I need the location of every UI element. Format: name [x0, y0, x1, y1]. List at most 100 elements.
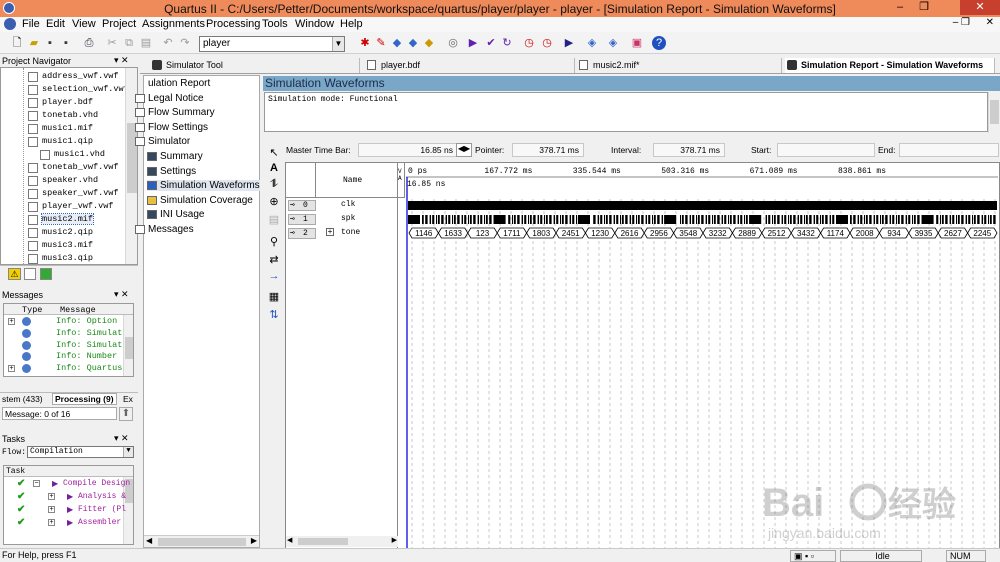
menu-tools[interactable]: Tools [262, 18, 288, 30]
scrollbar-thumb[interactable] [298, 538, 348, 545]
messages-scrollbar[interactable] [123, 315, 133, 376]
waveform-editing-icon[interactable]: ⥮ [267, 178, 281, 192]
task-row[interactable]: Fitter (Pl [78, 505, 126, 514]
top-entity-combo[interactable]: player ▼ [199, 36, 345, 52]
start-value[interactable] [777, 143, 875, 157]
menu-assignments[interactable]: Assignments [142, 18, 205, 30]
replace-icon[interactable]: ⇄ [267, 253, 281, 267]
tab-processing[interactable]: Processing (9) [52, 393, 117, 405]
message-row[interactable]: Info: Number [56, 351, 117, 361]
chevron-down-icon[interactable]: ▼ [332, 37, 344, 51]
navigator-file-item[interactable]: player.bdf [42, 97, 93, 107]
expand-icon[interactable]: + [48, 506, 55, 513]
navigator-file-item[interactable]: address_vwf.vwf [42, 71, 119, 81]
expand-icon[interactable]: + [48, 519, 55, 526]
master-time-bar-value[interactable]: 16.85 ns [358, 143, 458, 157]
close-icon[interactable]: ✕ [960, 0, 1000, 15]
scrollbar-thumb[interactable] [990, 100, 999, 124]
start-compilation-icon[interactable]: ▶ [466, 36, 480, 50]
column-type[interactable]: Type [22, 305, 42, 315]
task-row[interactable]: Analysis & [78, 492, 126, 501]
tree-item-simulation-waveforms[interactable]: Simulation Waveforms [147, 180, 260, 192]
value-column-header[interactable]: V A [398, 168, 402, 182]
tree-item-simulation-coverage[interactable]: Simulation Coverage [147, 195, 253, 206]
message-row[interactable]: Info: Option [56, 316, 117, 326]
menu-file[interactable]: File [22, 18, 40, 30]
design-units-tab-icon[interactable] [40, 268, 52, 280]
expand-icon[interactable]: − [33, 480, 40, 487]
app-menu-icon[interactable] [4, 18, 16, 30]
navigator-file-item[interactable]: music1.vhd [54, 149, 105, 159]
pin-planner-icon[interactable]: ✱ [358, 36, 372, 50]
scroll-left-icon[interactable]: ◀ [287, 536, 292, 544]
tree-item-summary[interactable]: Summary [147, 151, 203, 162]
task-row[interactable]: Compile Design [63, 479, 130, 488]
overwrite-clock-icon[interactable]: ▦ [267, 290, 281, 304]
start-simulation-icon[interactable]: ▶ [562, 36, 576, 50]
expand-icon[interactable]: + [8, 318, 15, 325]
tab-simulation-report[interactable]: Simulation Report - Simulation Waveforms [785, 58, 995, 73]
tab-simulator-tool[interactable]: Simulator Tool [150, 58, 360, 73]
tree-item-ini-usage[interactable]: INI Usage [147, 209, 204, 220]
messages-close-icon[interactable]: ▾ ✕ [114, 289, 129, 300]
names-hscrollbar[interactable]: ◀ ▶ [286, 536, 398, 547]
navigator-file-item[interactable]: music1.mif [42, 123, 93, 133]
selection-tool-icon[interactable]: ↖ [267, 146, 281, 160]
name-column-header[interactable]: Name [343, 176, 362, 185]
navigator-file-item[interactable]: speaker.vhd [42, 175, 98, 185]
assign-value-icon[interactable]: → [267, 270, 281, 284]
clk-waveform[interactable] [408, 201, 997, 210]
zoom-tool-icon[interactable]: ⊕ [267, 195, 281, 209]
minimize-icon[interactable]: – [888, 0, 912, 15]
task-row[interactable]: Assembler [78, 518, 121, 527]
menu-processing[interactable]: Processing [206, 18, 260, 30]
flow-select[interactable]: Compilation ▼ [27, 446, 134, 458]
full-screen-icon[interactable]: ▤ [267, 213, 281, 227]
save-icon[interactable]: ▪ [43, 36, 57, 50]
mdi-restore-icon[interactable]: – ❐ [953, 17, 970, 28]
settings-icon[interactable]: ◆ [390, 36, 404, 50]
sort-icon[interactable]: ⇅ [267, 308, 281, 322]
tab-system[interactable]: stem (433) [2, 394, 43, 404]
menu-project[interactable]: Project [102, 18, 136, 30]
tree-item-simulator[interactable]: Simulator [135, 136, 190, 147]
signal-row-clk[interactable]: ⊸ 0 clk [286, 199, 402, 212]
expand-icon[interactable]: + [8, 365, 15, 373]
files-tab-icon[interactable] [24, 268, 36, 280]
chevron-down-icon[interactable]: ▼ [123, 447, 133, 457]
undo-icon[interactable]: ↶ [161, 36, 175, 50]
find-icon[interactable]: ⚲ [267, 235, 281, 249]
signal-row-spk[interactable]: ⊸ 1 spk [286, 213, 402, 226]
scrollbar-thumb[interactable] [127, 123, 137, 193]
timequest-icon[interactable]: ◷ [522, 36, 536, 50]
scrollbar-thumb[interactable] [125, 337, 133, 359]
navigator-file-item[interactable]: player_vwf.vwf [42, 201, 113, 211]
help-icon[interactable]: ? [652, 36, 666, 50]
programmer-icon[interactable]: ◈ [585, 36, 599, 50]
copy-icon[interactable]: ⧉ [122, 36, 136, 50]
stop-icon[interactable]: ◎ [446, 36, 460, 50]
menu-edit[interactable]: Edit [46, 18, 65, 30]
tree-item-ulation-report[interactable]: ulation Report [135, 78, 210, 89]
signaltap-icon[interactable]: ▣ [630, 36, 644, 50]
expand-icon[interactable]: + [326, 228, 334, 237]
menu-window[interactable]: Window [295, 18, 334, 30]
navigator-file-item[interactable]: music1.qip [42, 136, 93, 146]
tree-item-flow-summary[interactable]: Flow Summary [135, 107, 215, 118]
design-partition-icon[interactable]: ◆ [422, 36, 436, 50]
navigator-file-item[interactable]: speaker_vwf.vwf [42, 188, 119, 198]
timing-analysis-icon[interactable]: ↻ [500, 36, 514, 50]
hierarchy-tab-icon[interactable]: ⚠ [8, 268, 21, 280]
scroll-right-icon[interactable]: ▶ [251, 536, 257, 545]
message-row[interactable]: Info: Quartus [56, 363, 122, 373]
tree-item-legal-notice[interactable]: Legal Notice [135, 93, 204, 104]
navigator-file-item[interactable]: tonetab_vwf.vwf [42, 162, 119, 172]
column-task[interactable]: Task [6, 467, 25, 476]
play-icon[interactable]: ▶ [67, 492, 73, 501]
tree-item-messages[interactable]: Messages [135, 224, 194, 235]
open-icon[interactable]: ▰ [27, 36, 41, 50]
tab-player-bdf[interactable]: player.bdf [365, 58, 575, 73]
tasks-close-icon[interactable]: ▾ ✕ [114, 433, 129, 444]
tree-item-flow-settings[interactable]: Flow Settings [135, 122, 208, 133]
new-icon[interactable]: 🗋 [10, 36, 24, 50]
